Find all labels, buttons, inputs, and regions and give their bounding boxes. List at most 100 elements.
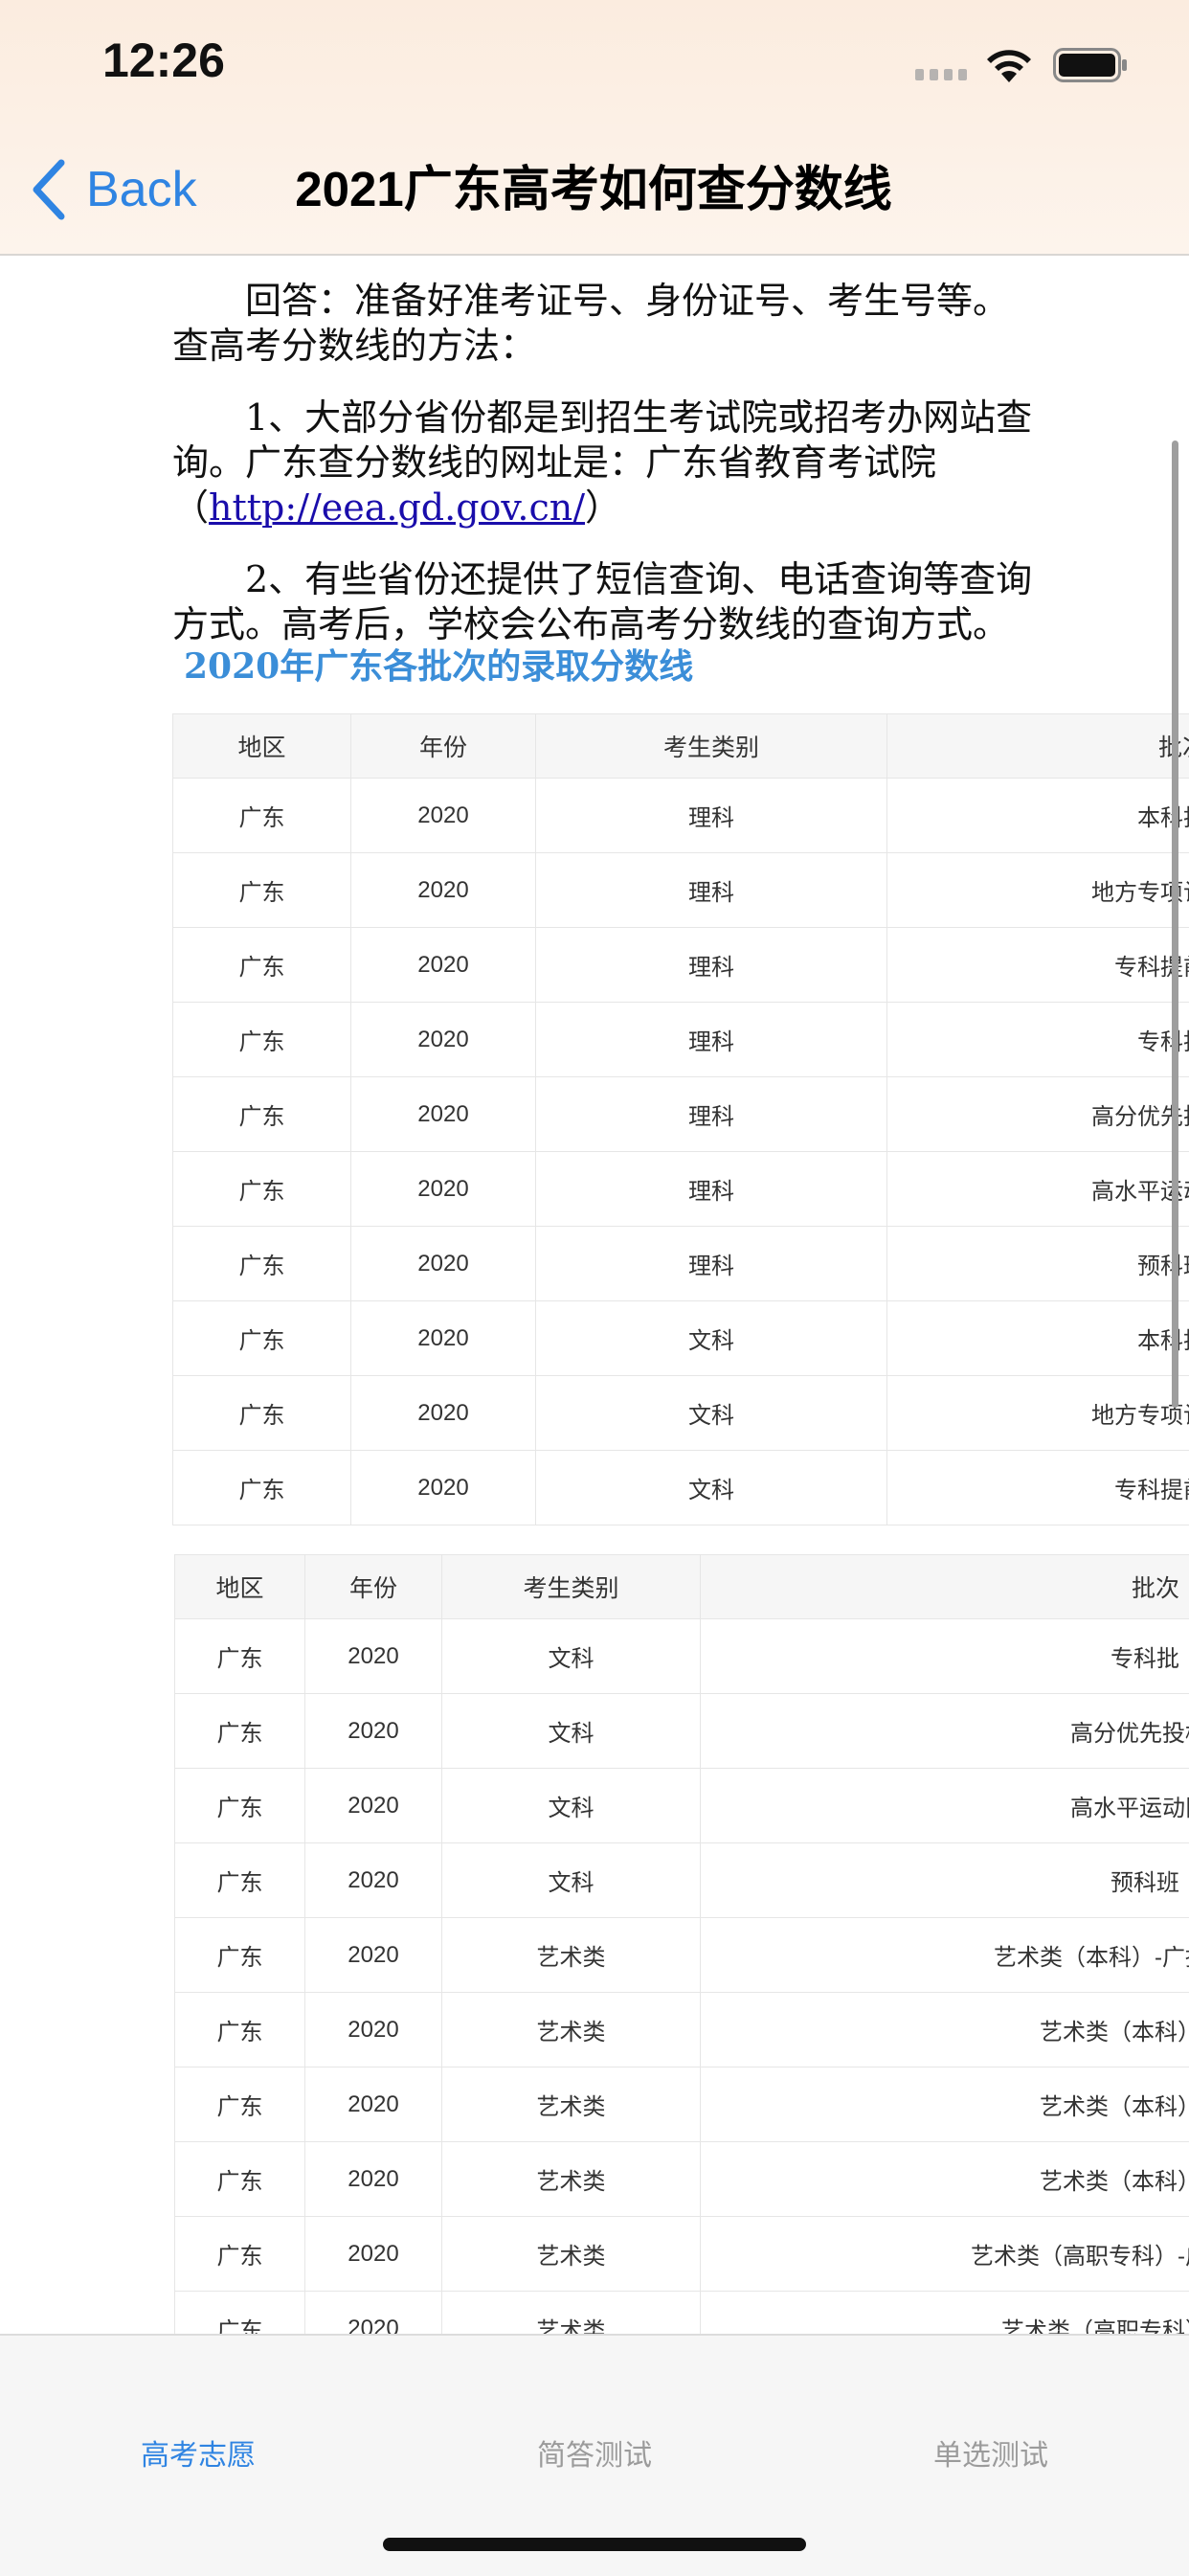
table-row: 广东2020文科专科批 xyxy=(175,1619,1189,1694)
cell-year: 2020 xyxy=(305,1694,442,1769)
page-title: 2021广东高考如何查分数线 xyxy=(287,153,900,226)
cell-category: 艺术类 xyxy=(442,2217,701,2292)
cell-year: 2020 xyxy=(305,1769,442,1843)
home-indicator[interactable] xyxy=(383,2538,806,2551)
cell-batch: 艺术类（本科）-广播 xyxy=(701,1918,1189,1993)
tab-gaokao-zhiyuan[interactable]: 高考志愿 xyxy=(0,2431,396,2474)
cell-year: 2020 xyxy=(305,2217,442,2292)
cell-region: 广东 xyxy=(173,1152,351,1227)
cell-year: 2020 xyxy=(351,1152,536,1227)
tab-single-choice-test[interactable]: 单选测试 xyxy=(793,2431,1189,2474)
score-table-2: 地区 年份 考生类别 批次 广东2020文科专科批 广东2020文科高分优先投档… xyxy=(174,1554,1189,2334)
table-row: 广东2020理科预科班 xyxy=(173,1227,1189,1301)
cell-category: 艺术类 xyxy=(442,2142,701,2217)
cellular-signal-icon xyxy=(915,69,967,80)
cell-region: 广东 xyxy=(173,928,351,1003)
cell-batch: 艺术类（高职专科） xyxy=(701,2292,1189,2335)
cell-category: 艺术类 xyxy=(442,1918,701,1993)
cell-batch: 专科提前 xyxy=(887,1451,1189,1525)
exam-authority-link[interactable]: http://eea.gd.gov.cn/ xyxy=(209,486,585,529)
cell-batch: 高分优先投 xyxy=(887,1077,1189,1152)
column-header-batch: 批次 xyxy=(887,714,1189,779)
column-header-year: 年份 xyxy=(305,1555,442,1619)
table-row: 广东2020理科高水平运动 xyxy=(173,1152,1189,1227)
cell-category: 理科 xyxy=(536,853,887,928)
cell-region: 广东 xyxy=(175,1993,305,2068)
cell-region: 广东 xyxy=(175,2142,305,2217)
cell-category: 艺术类 xyxy=(442,1993,701,2068)
table-row: 广东2020文科地方专项计 xyxy=(173,1376,1189,1451)
method-1-close: ） xyxy=(585,486,621,529)
cell-batch: 本科批 xyxy=(887,1301,1189,1376)
cell-year: 2020 xyxy=(305,2292,442,2335)
cell-year: 2020 xyxy=(351,1003,536,1077)
cell-batch: 艺术类（本科）- xyxy=(701,2142,1189,2217)
cell-batch: 本科批 xyxy=(887,779,1189,853)
cell-year: 2020 xyxy=(351,853,536,928)
table-row: 广东2020文科专科提前 xyxy=(173,1451,1189,1525)
cell-category: 艺术类 xyxy=(442,2292,701,2335)
cell-category: 艺术类 xyxy=(442,2068,701,2142)
cell-category: 理科 xyxy=(536,1077,887,1152)
back-label: Back xyxy=(86,161,197,218)
table-row: 广东2020文科预科班 xyxy=(175,1843,1189,1918)
column-header-region: 地区 xyxy=(173,714,351,779)
vertical-scroll-indicator[interactable] xyxy=(1172,441,1178,1408)
cell-region: 广东 xyxy=(175,1843,305,1918)
cell-batch: 地方专项计 xyxy=(887,1376,1189,1451)
table-row: 广东2020艺术类艺术类（高职专科）-广 xyxy=(175,2217,1189,2292)
cell-batch: 艺术类（高职专科）-广 xyxy=(701,2217,1189,2292)
article-scroll-view[interactable]: 回答：准备好准考证号、身份证号、考生号等。查高考分数线的方法： 1、大部分省份都… xyxy=(0,256,1189,2334)
tab-bar: 高考志愿 简答测试 单选测试 xyxy=(0,2334,1189,2576)
table-header-row: 地区 年份 考生类别 批次 xyxy=(175,1555,1189,1619)
cell-year: 2020 xyxy=(351,779,536,853)
cell-region: 广东 xyxy=(175,2217,305,2292)
cell-year: 2020 xyxy=(351,1376,536,1451)
cell-region: 广东 xyxy=(175,2292,305,2335)
column-header-year: 年份 xyxy=(351,714,536,779)
cell-category: 文科 xyxy=(536,1301,887,1376)
cell-category: 文科 xyxy=(536,1451,887,1525)
cell-region: 广东 xyxy=(175,1918,305,1993)
cell-category: 理科 xyxy=(536,1003,887,1077)
table-header-row: 地区 年份 考生类别 批次 xyxy=(173,714,1189,779)
table-row: 广东2020艺术类艺术类（本科）-广播 xyxy=(175,1918,1189,1993)
back-button[interactable]: Back xyxy=(31,153,197,226)
status-time: 12:26 xyxy=(102,33,225,88)
cell-year: 2020 xyxy=(351,928,536,1003)
cell-category: 理科 xyxy=(536,1152,887,1227)
cell-region: 广东 xyxy=(173,779,351,853)
cell-category: 文科 xyxy=(442,1694,701,1769)
cell-region: 广东 xyxy=(173,1227,351,1301)
table-row: 广东2020理科专科批 xyxy=(173,1003,1189,1077)
score-table-1: 地区 年份 考生类别 批次 广东2020理科本科批 广东2020理科地方专项计 … xyxy=(172,713,1189,1525)
cell-batch: 预科班 xyxy=(701,1843,1189,1918)
cell-region: 广东 xyxy=(173,853,351,928)
cell-region: 广东 xyxy=(175,1619,305,1694)
cell-year: 2020 xyxy=(305,1993,442,2068)
cell-batch: 专科提前 xyxy=(887,928,1189,1003)
cell-category: 理科 xyxy=(536,779,887,853)
column-header-category: 考生类别 xyxy=(442,1555,701,1619)
score-table-heading: 2020年广东各批次的录取分数线 xyxy=(184,639,693,689)
cell-category: 文科 xyxy=(442,1769,701,1843)
cell-year: 2020 xyxy=(351,1301,536,1376)
column-header-category: 考生类别 xyxy=(536,714,887,779)
cell-region: 广东 xyxy=(173,1003,351,1077)
cell-region: 广东 xyxy=(175,2068,305,2142)
table-row: 广东2020理科专科提前 xyxy=(173,928,1189,1003)
cell-category: 文科 xyxy=(536,1376,887,1451)
cell-category: 文科 xyxy=(442,1619,701,1694)
cell-batch: 高水平运动 xyxy=(887,1152,1189,1227)
cell-batch: 专科批 xyxy=(701,1619,1189,1694)
table-row: 广东2020艺术类艺术类（本科）- xyxy=(175,2068,1189,2142)
cell-batch: 地方专项计 xyxy=(887,853,1189,928)
cell-batch: 艺术类（本科）- xyxy=(701,2068,1189,2142)
chevron-left-icon xyxy=(31,159,67,220)
tab-short-answer-test[interactable]: 简答测试 xyxy=(396,2431,793,2474)
table-row: 广东2020理科高分优先投 xyxy=(173,1077,1189,1152)
cell-region: 广东 xyxy=(175,1769,305,1843)
table-row: 广东2020理科本科批 xyxy=(173,779,1189,853)
cell-region: 广东 xyxy=(173,1301,351,1376)
cell-year: 2020 xyxy=(305,2068,442,2142)
